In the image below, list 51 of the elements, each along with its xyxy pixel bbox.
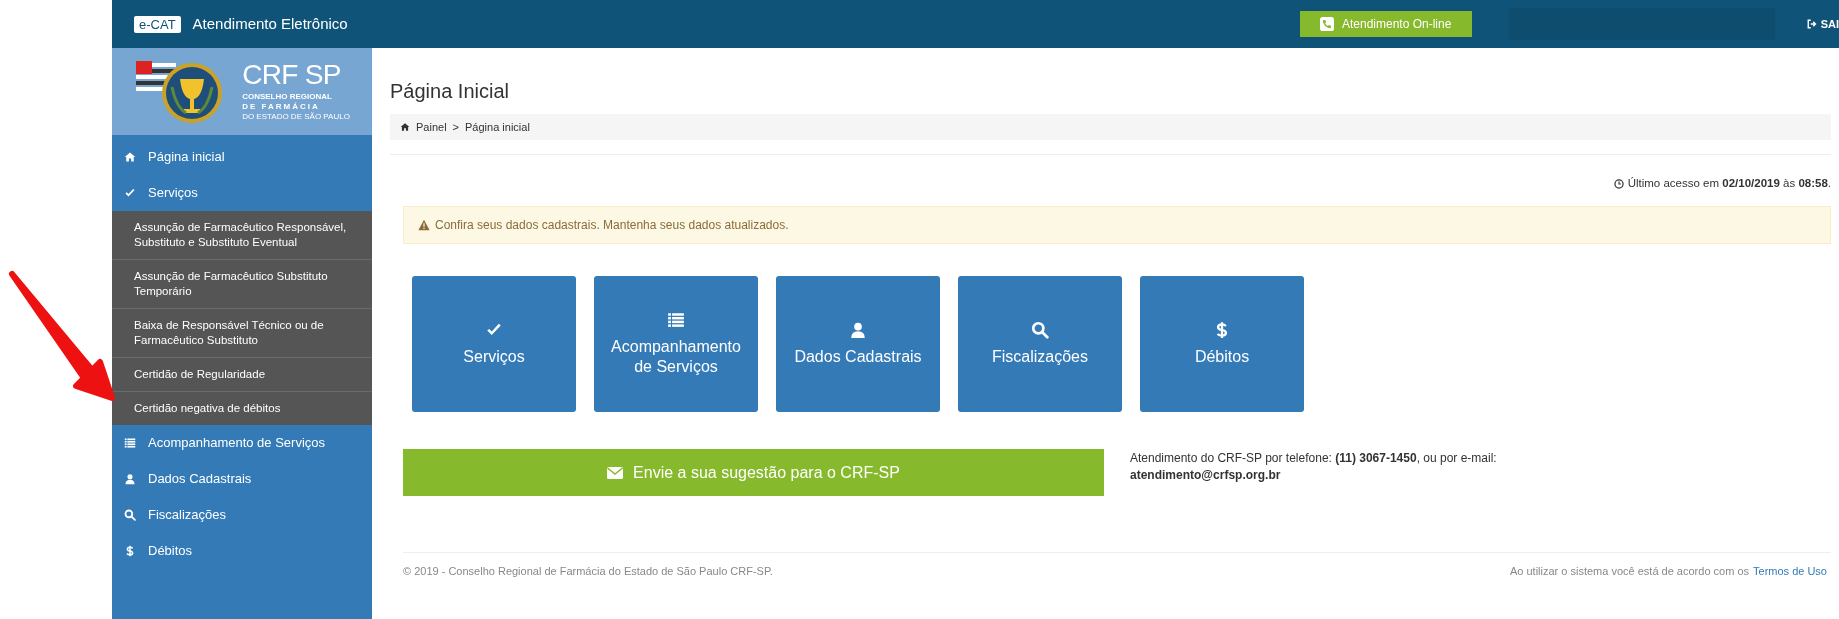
submenu-item[interactable]: Assunção de Farmacêutico Responsável, Substituto e Substituto Eventual: [112, 211, 372, 260]
sidebar-item[interactable]: Dados Cadastrais: [112, 461, 372, 497]
sidebar-item[interactable]: Fiscalizações: [112, 497, 372, 533]
app-title: Atendimento Eletrônico: [192, 13, 348, 34]
service-tile[interactable]: Acompanhamento de Serviços: [594, 276, 758, 413]
app-badge: e-CAT: [134, 15, 181, 33]
contact-text: Atendimento do CRF-SP por telefone: (11) 3067-1450, ou por e-mail:: [1130, 450, 1497, 468]
dollar-icon: [124, 545, 136, 557]
search-icon: [124, 509, 136, 521]
check-icon: [124, 187, 136, 199]
envelope-icon: [607, 466, 624, 479]
breadcrumb-current: Página inicial: [465, 119, 530, 135]
sidebar-item[interactable]: Acompanhamento de Serviços: [112, 425, 372, 461]
submenu-item[interactable]: Assunção de Farmacêutico Substituto Temporário: [112, 260, 372, 309]
suggestion-button[interactable]: Envie a sua sugestão para o CRF-SP: [403, 449, 1104, 497]
service-tile[interactable]: Serviços: [412, 276, 576, 413]
warning-icon: [418, 219, 430, 232]
logout-icon: [1806, 19, 1817, 29]
logout-button[interactable]: SAI: [1806, 15, 1839, 33]
copyright-text: © 2019 - Conselho Regional de Farmácia do Estado de São Paulo CRF-SP.: [403, 564, 773, 580]
logo-subtitle: DO ESTADO DE SÃO PAULO: [242, 112, 350, 122]
breadcrumb-separator: >: [452, 119, 459, 135]
terms-link[interactable]: Termos de Uso: [1753, 563, 1827, 580]
service-tile[interactable]: Débitos: [1140, 276, 1304, 413]
submenu-item[interactable]: Certidão negativa de débitos: [112, 392, 372, 425]
user-icon: [124, 473, 136, 485]
sidebar-item[interactable]: Serviços: [112, 175, 372, 211]
submenu-item[interactable]: Certidão de Regularidade: [112, 358, 372, 392]
home-icon: [124, 151, 136, 163]
search-icon: [1031, 321, 1049, 340]
logo-subtitle: CONSELHO REGIONAL: [242, 92, 333, 102]
home-icon: [400, 122, 410, 132]
user-icon: [849, 321, 867, 340]
breadcrumb-link[interactable]: Painel: [416, 118, 447, 136]
service-tile[interactable]: Fiscalizações: [958, 276, 1122, 413]
logo-subtitle: DE FARMÁCIA: [242, 102, 321, 112]
logo-title: CRF SP: [242, 61, 342, 89]
online-button[interactable]: Atendimento On-line: [1299, 11, 1472, 37]
contact-email: atendimento@crfsp.org.br: [1130, 467, 1282, 485]
submenu-item[interactable]: Baixa de Responsável Técnico ou de Farmacêutico Substituto: [112, 309, 372, 358]
list-icon: [124, 437, 136, 449]
service-tile[interactable]: Dados Cadastrais: [776, 276, 940, 413]
clock-icon: [1613, 178, 1624, 189]
list-icon: [667, 311, 685, 330]
alert-text: Confira seus dados cadastrais. Mantenha seus dados atualizados.: [435, 217, 789, 235]
phone-icon: [1319, 17, 1334, 31]
sidebar-item[interactable]: Página inicial: [112, 139, 372, 175]
page-title: Página Inicial: [390, 79, 510, 104]
sidebar-item[interactable]: Débitos: [112, 533, 372, 569]
terms-text: Ao utilizar o sistema você está de acordo com os: [1509, 564, 1749, 580]
last-access-text: Último acesso em 02/10/2019 às 08:58.: [1627, 176, 1831, 191]
